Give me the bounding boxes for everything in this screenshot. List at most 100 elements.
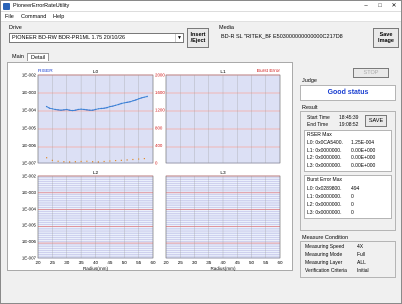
menu-file[interactable]: File (5, 14, 14, 20)
rser-row-l2-value: 0.00E+000 (351, 155, 376, 161)
riser-point (103, 107, 105, 109)
riser-point (45, 105, 48, 108)
save-button[interactable]: SAVE (365, 115, 387, 127)
verification-criteria-value: Initial (357, 268, 369, 274)
panel-title-l0: L0 (93, 69, 99, 75)
riser-point (123, 102, 125, 104)
panel-title-l2: L2 (93, 170, 99, 176)
tab-main[interactable]: Main (9, 53, 27, 61)
riser-point (66, 108, 68, 111)
y-tick-label: 1E-006 (22, 239, 37, 244)
minimize-button[interactable]: – (359, 1, 373, 12)
burst-tick-label: 800 (155, 125, 163, 130)
burst-point (74, 161, 76, 163)
burst-point (63, 161, 65, 163)
start-time-label: Start Time (307, 115, 330, 121)
x-tick-label: 60 (277, 260, 283, 265)
maximize-button[interactable]: □ (373, 1, 387, 12)
burst-point (97, 161, 99, 163)
burst-tick-label: 400 (155, 143, 163, 148)
rser-row-l0-key: L0: 0x0CA5400. (307, 140, 343, 146)
y-tick-label: 1E-002 (22, 73, 37, 78)
riser-point (109, 105, 111, 108)
drive-select-value: PIONEER BD-RW BDR-PR1ML 1.75 20/10/26 (12, 35, 126, 41)
y-tick-label: 1E-006 (22, 143, 37, 148)
menu-command[interactable]: Command (21, 14, 46, 20)
riser-point (68, 109, 71, 111)
burst-tick-label: 1600 (155, 90, 165, 95)
insert-eject-button[interactable]: Insert /Eject (187, 28, 209, 48)
drive-select[interactable]: PIONEER BD-RW BDR-PR1ML 1.75 20/10/26 ▼ (9, 33, 184, 43)
burst-tick-label: 0 (155, 161, 158, 166)
y-tick-label: 1E-007 (22, 256, 37, 261)
x-tick-label: 40 (220, 260, 226, 265)
riser-point (74, 109, 77, 111)
rser-row-l3-value: 0.00E+000 (351, 162, 376, 169)
riser-point (146, 95, 148, 98)
tab-detail[interactable]: Detail (27, 53, 50, 61)
title-bar: PioneerErrorRateUtility – □ ✕ (1, 1, 401, 12)
measure-speed-label: Measuring Speed (305, 244, 345, 250)
burst-row-l1-key: L1: 0x0000000. (307, 194, 342, 200)
measure-mode-value: Full (357, 252, 366, 258)
riser-point (140, 97, 143, 99)
verification-criteria-label: Verification Criteria (305, 268, 347, 274)
x-tick-label: 30 (192, 260, 198, 265)
x-tick-label: 50 (249, 260, 255, 265)
burst-point (86, 160, 88, 162)
x-tick-label: 20 (35, 260, 41, 265)
burst-point (51, 159, 53, 161)
riser-point (60, 109, 62, 111)
app-icon (3, 3, 10, 10)
burst-row-l2-value: 0 (351, 202, 354, 208)
burst-point (126, 159, 128, 161)
rser-row-l1-value: 0.00E+000 (351, 147, 376, 154)
burst-point (69, 161, 71, 163)
burst-row-l1-value: 0 (351, 194, 354, 200)
riser-point (91, 109, 94, 111)
burst-axis-label: Burst Error (257, 68, 281, 74)
y-tick-label: 1E-004 (22, 108, 37, 113)
measure-layer-value: ALL (357, 260, 366, 266)
panel-title-l1: L1 (220, 69, 226, 75)
menu-help[interactable]: Help (53, 14, 64, 20)
riser-point (48, 107, 51, 109)
close-button[interactable]: ✕ (387, 1, 401, 12)
chevron-down-icon: ▼ (175, 34, 183, 42)
save-image-label-2: Image (378, 38, 394, 44)
riser-point (63, 109, 65, 111)
media-type: BD-R SL "RITEK_BR3" (221, 34, 271, 40)
riser-point (114, 104, 117, 106)
burst-point (138, 158, 140, 160)
burst-point (92, 161, 94, 163)
burst-point (80, 160, 82, 163)
riser-point (71, 109, 74, 112)
riser-point (129, 101, 131, 103)
burst-point (132, 158, 134, 161)
judge-box: Good status (300, 85, 396, 101)
judge-label: Judge (302, 78, 317, 84)
riser-point (100, 107, 102, 110)
riser-point (94, 108, 97, 111)
x-tick-label: 25 (50, 260, 56, 265)
save-image-button[interactable]: Save Image (373, 28, 399, 48)
burst-max-group: Burst Error Max L0: 0x0289800. 494 L1: 0… (304, 175, 392, 219)
end-time-value: 19:08:52 (339, 122, 359, 128)
x-tick-label: 55 (263, 260, 269, 265)
media-label: Media (219, 25, 234, 31)
riser-point (112, 105, 114, 107)
x-tick-label: 50 (122, 260, 128, 265)
panel-title-l3: L3 (220, 170, 226, 176)
rser-max-label: RSER Max (307, 132, 332, 138)
riser-point (54, 108, 56, 111)
burst-row-l3-value: 0 (351, 210, 354, 216)
burst-point (103, 160, 105, 163)
burst-point (46, 157, 48, 159)
burst-point (115, 159, 117, 162)
stop-button[interactable]: STOP (353, 68, 389, 78)
rser-row-l2-key: L2: 0x0000000. (307, 155, 342, 161)
burst-max-label: Burst Error Max (307, 177, 343, 183)
riser-point (80, 108, 82, 110)
burst-row-l0-key: L0: 0x0289800. (307, 186, 342, 192)
burst-row-l3-key: L3: 0x0000000. (307, 210, 342, 216)
